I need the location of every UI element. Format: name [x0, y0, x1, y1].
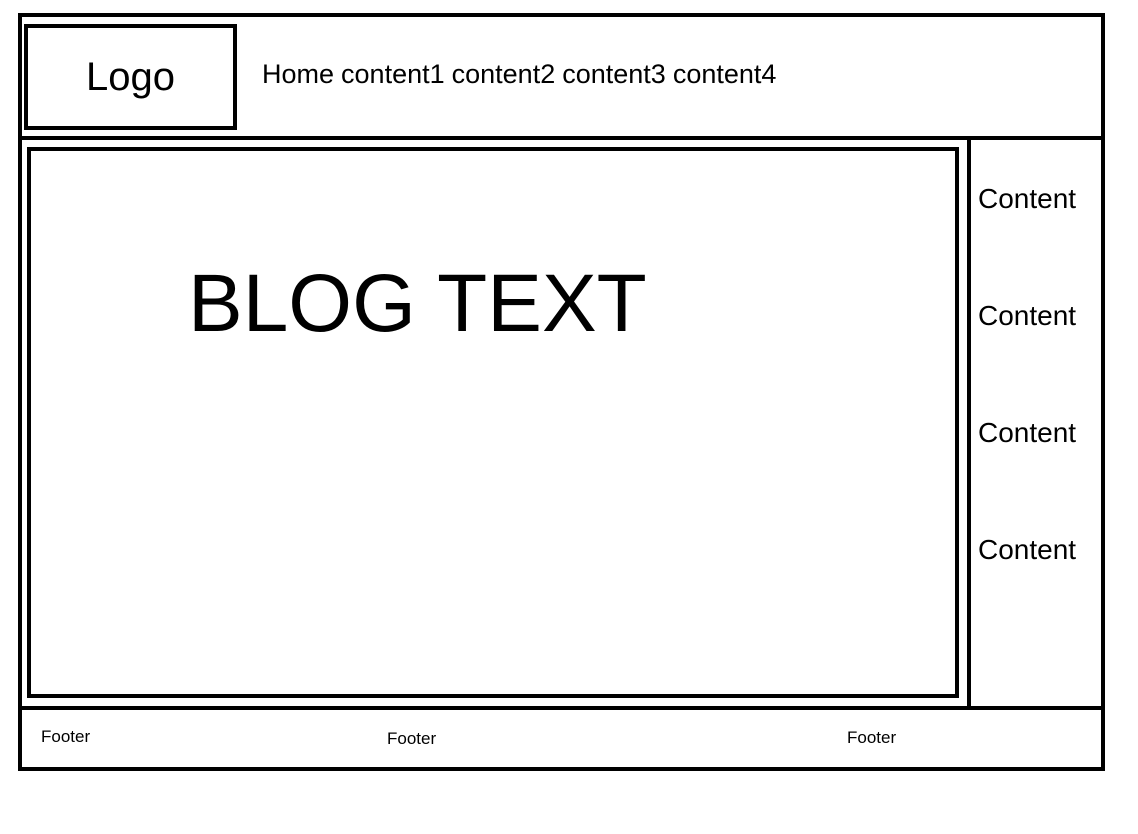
sidebar-item[interactable]: Content [978, 185, 1076, 213]
sidebar-item[interactable]: Content [978, 536, 1076, 564]
logo[interactable]: Logo [28, 28, 233, 126]
nav-item-content4[interactable]: content4 [673, 59, 777, 89]
sidebar-item[interactable]: Content [978, 419, 1076, 447]
footer-item[interactable]: Footer [387, 730, 436, 747]
header-divider [18, 136, 1105, 140]
nav-item-content2[interactable]: content2 [452, 59, 556, 89]
nav-item-home[interactable]: Home [262, 59, 334, 89]
sidebar-divider [967, 136, 971, 710]
blog-text: BLOG TEXT [188, 258, 647, 349]
footer-item[interactable]: Footer [847, 729, 896, 746]
nav-bar: Home content1 content2 content3 content4 [262, 61, 783, 88]
nav-item-content3[interactable]: content3 [562, 59, 666, 89]
logo-box[interactable]: Logo [24, 24, 237, 130]
footer-item[interactable]: Footer [41, 728, 90, 745]
nav-item-content1[interactable]: content1 [341, 59, 445, 89]
footer-divider [18, 706, 1105, 710]
sidebar-item[interactable]: Content [978, 302, 1076, 330]
blog-area [27, 147, 959, 698]
